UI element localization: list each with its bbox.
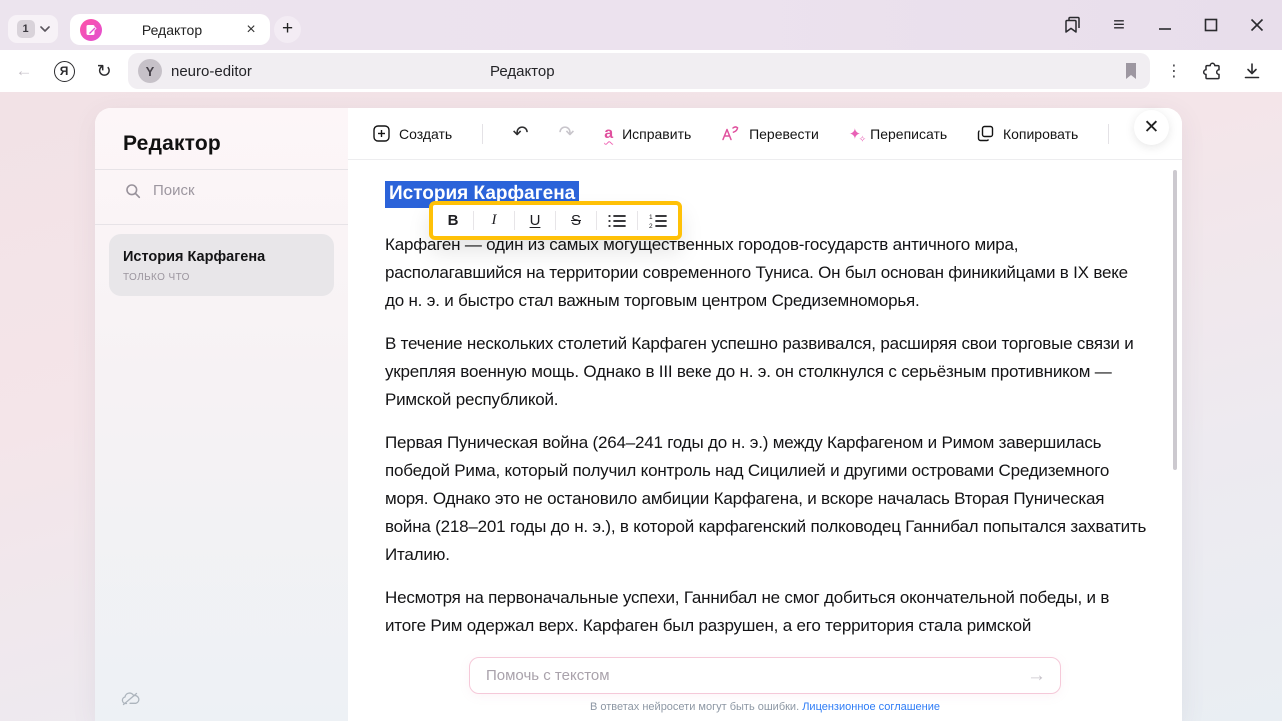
translate-button[interactable]: Перевести bbox=[721, 125, 819, 142]
tab-close-icon[interactable]: × bbox=[242, 21, 260, 39]
toolbar-separator bbox=[1108, 124, 1109, 144]
send-icon[interactable]: → bbox=[1027, 665, 1046, 687]
window-maximize-button[interactable] bbox=[1200, 14, 1222, 36]
editor-main: Создать ↶ ↷ a Исправить Перевести bbox=[348, 108, 1182, 721]
create-plus-icon bbox=[373, 125, 390, 142]
more-options-icon[interactable]: ⋮ bbox=[1166, 61, 1182, 81]
sidebar: Редактор История Карфагена только что bbox=[95, 108, 348, 721]
bold-button[interactable]: B bbox=[433, 205, 473, 236]
ai-prompt-input[interactable] bbox=[486, 667, 1027, 684]
tab-group-count: 1 bbox=[17, 20, 35, 38]
editor-panel: Редактор История Карфагена только что bbox=[95, 108, 1182, 721]
document-item-timestamp: только что bbox=[123, 272, 320, 283]
svg-text:1: 1 bbox=[649, 214, 653, 221]
search-input[interactable] bbox=[153, 182, 303, 199]
address-bar: ← Я ↻ Y neuro-editor Редактор ⋮ bbox=[0, 50, 1282, 92]
redo-icon[interactable]: ↷ bbox=[558, 122, 574, 145]
browser-window: 1 Редактор × + ≡ bbox=[0, 0, 1282, 721]
tab-title: Редактор bbox=[102, 22, 242, 38]
address-bar-actions: ⋮ bbox=[1166, 61, 1261, 82]
fix-text-button[interactable]: a Исправить bbox=[604, 125, 691, 143]
scrollbar-thumb[interactable] bbox=[1173, 170, 1177, 470]
numbered-list-button[interactable]: 12 bbox=[638, 205, 678, 236]
bullet-list-button[interactable] bbox=[597, 205, 637, 236]
bookmark-icon[interactable] bbox=[1124, 62, 1138, 80]
license-link[interactable]: Лицензионное соглашение bbox=[802, 701, 940, 713]
new-tab-button[interactable]: + bbox=[274, 16, 301, 43]
close-editor-button[interactable]: ✕ bbox=[1134, 110, 1169, 145]
app-title: Редактор bbox=[123, 132, 348, 156]
editor-app-icon bbox=[80, 19, 102, 41]
refresh-icon[interactable]: ↻ bbox=[92, 59, 116, 83]
paragraph[interactable]: Первая Пуническая война (264–241 годы до… bbox=[385, 429, 1150, 569]
sidebar-document-item[interactable]: История Карфагена только что bbox=[109, 234, 334, 296]
create-button[interactable]: Создать bbox=[373, 125, 452, 142]
paragraph[interactable]: В течение нескольких столетий Карфаген у… bbox=[385, 330, 1150, 414]
window-controls: ≡ bbox=[1062, 0, 1282, 50]
chevron-down-icon bbox=[40, 26, 50, 32]
url-page-title: Редактор bbox=[490, 63, 555, 80]
back-icon[interactable]: ← bbox=[12, 59, 36, 83]
search-icon bbox=[125, 183, 141, 199]
undo-icon[interactable]: ↶ bbox=[513, 122, 529, 145]
site-favicon: Y bbox=[138, 59, 162, 83]
spellcheck-icon: a bbox=[604, 125, 613, 143]
italic-button[interactable]: I bbox=[474, 205, 514, 236]
extensions-icon[interactable] bbox=[1202, 61, 1223, 82]
sidebar-search[interactable] bbox=[95, 170, 348, 211]
disclaimer-text: В ответах нейросети могут быть ошибки. bbox=[590, 701, 799, 713]
document-item-title: История Карфагена bbox=[123, 249, 320, 265]
toolbar-separator bbox=[482, 124, 483, 144]
browser-menu-icon[interactable]: ≡ bbox=[1108, 14, 1130, 36]
sparkles-icon: ✦✧ bbox=[849, 125, 862, 143]
cloud-off-icon bbox=[121, 691, 140, 707]
browser-tab[interactable]: Редактор × bbox=[70, 14, 270, 45]
side-panels-icon[interactable] bbox=[1062, 14, 1084, 36]
copy-icon bbox=[977, 125, 994, 142]
ai-prompt-field[interactable]: → bbox=[469, 657, 1061, 694]
paragraph[interactable]: Несмотря на первоначальные успехи, Ганни… bbox=[385, 584, 1150, 640]
format-toolbar: B I U S 12 bbox=[429, 201, 682, 240]
editor-toolbar: Создать ↶ ↷ a Исправить Перевести bbox=[348, 108, 1182, 160]
svg-text:2: 2 bbox=[649, 223, 653, 228]
window-close-button[interactable] bbox=[1246, 14, 1268, 36]
url-field[interactable]: Y neuro-editor Редактор bbox=[128, 53, 1150, 89]
underline-button[interactable]: U bbox=[515, 205, 555, 236]
disclaimer: В ответах нейросети могут быть ошибки. Л… bbox=[465, 701, 1065, 713]
downloads-icon[interactable] bbox=[1243, 62, 1261, 80]
page-background: Редактор История Карфагена только что bbox=[0, 92, 1282, 721]
strikethrough-button[interactable]: S bbox=[556, 205, 596, 236]
copy-button[interactable]: Копировать bbox=[977, 125, 1078, 142]
paragraph[interactable]: Карфаген — один из самых могущественных … bbox=[385, 231, 1150, 315]
divider bbox=[95, 224, 348, 225]
tab-strip: 1 Редактор × + ≡ bbox=[0, 0, 1282, 50]
window-minimize-button[interactable] bbox=[1154, 14, 1176, 36]
url-host: neuro-editor bbox=[171, 63, 252, 80]
yandex-home-icon[interactable]: Я bbox=[52, 59, 76, 83]
ai-prompt-area: → В ответах нейросети могут быть ошибки.… bbox=[465, 657, 1065, 713]
rewrite-button[interactable]: ✦✧ Переписать bbox=[849, 125, 948, 143]
tab-group-chip[interactable]: 1 bbox=[8, 15, 58, 43]
translate-icon bbox=[721, 125, 740, 142]
document-editor[interactable]: История Карфагена B I U S bbox=[348, 160, 1182, 640]
